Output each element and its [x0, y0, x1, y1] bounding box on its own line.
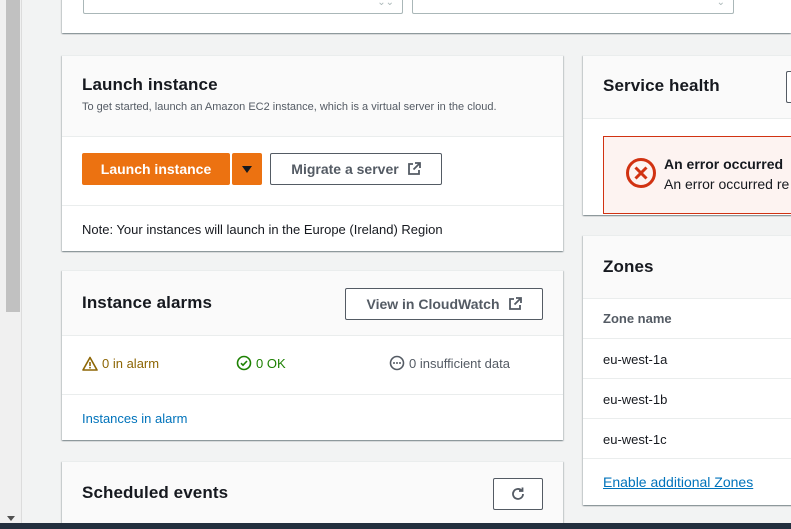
launch-instance-card: Launch instance To get started, launch a…: [62, 55, 563, 251]
zones-card-header: Zones: [583, 236, 791, 299]
launch-region-note: Note: Your instances will launch in the …: [82, 222, 443, 237]
launch-instance-button[interactable]: Launch instance: [82, 153, 230, 185]
zones-card: Zones Zone name eu-west-1a eu-west-1b eu…: [583, 235, 791, 505]
service-health-card: Service health An error occurred An erro…: [583, 55, 791, 215]
ellipsis-circle-icon: [389, 355, 405, 371]
filter-select-1[interactable]: ⌄⌄: [83, 0, 403, 14]
refresh-icon: [512, 487, 524, 500]
scroll-down-arrow-icon[interactable]: [7, 516, 15, 521]
ok-count: 0 OK: [256, 355, 286, 371]
health-action-button[interactable]: [786, 71, 791, 103]
ok-status: 0 OK: [236, 355, 389, 371]
enable-additional-zones-link[interactable]: Enable additional Zones: [603, 474, 753, 490]
alarms-card-title: Instance alarms: [82, 293, 213, 312]
instance-alarms-card: Instance alarms View in CloudWatch 0 in …: [62, 270, 563, 440]
migrate-server-button[interactable]: Migrate a server: [270, 153, 442, 185]
external-link-icon: [407, 162, 421, 175]
chevron-down-icon: ⌄⌄: [377, 0, 394, 8]
scrollbar-thumb[interactable]: [6, 0, 20, 312]
scheduled-events-title: Scheduled events: [82, 483, 229, 502]
check-circle-icon: [236, 355, 252, 371]
error-title: An error occurred: [664, 156, 784, 172]
filter-card: ⌄⌄ ⌄: [62, 0, 791, 33]
table-row: eu-west-1b: [583, 379, 791, 419]
zones-title: Zones: [603, 257, 654, 276]
instances-in-alarm-link[interactable]: Instances in alarm: [82, 411, 188, 426]
cloudwatch-button-label: View in CloudWatch: [366, 296, 500, 312]
zone-name-column-header[interactable]: Zone name: [583, 299, 791, 339]
launch-card-title: Launch instance: [82, 75, 218, 94]
caret-down-icon: [242, 165, 252, 173]
launch-card-header: Launch instance To get started, launch a…: [62, 56, 563, 137]
launch-dropdown-button[interactable]: [232, 153, 262, 185]
divider: [62, 394, 563, 395]
migrate-server-label: Migrate a server: [291, 161, 399, 177]
table-row: eu-west-1c: [583, 419, 791, 459]
external-link-icon: [508, 297, 522, 310]
view-in-cloudwatch-button[interactable]: View in CloudWatch: [345, 288, 543, 320]
zones-table: Zone name eu-west-1a eu-west-1b eu-west-…: [583, 299, 791, 459]
table-row: eu-west-1a: [583, 339, 791, 379]
chevron-down-icon: ⌄: [716, 0, 725, 8]
error-alert: An error occurred An error occurred re: [603, 136, 791, 214]
alarms-card-header: Instance alarms View in CloudWatch: [62, 271, 563, 336]
in-alarm-count: 0 in alarm: [102, 355, 160, 371]
filter-select-2[interactable]: ⌄: [412, 0, 734, 14]
taskbar: [0, 523, 791, 529]
health-card-header: Service health: [583, 56, 791, 119]
launch-card-description: To get started, launch an Amazon EC2 ins…: [82, 101, 497, 113]
page-scrollbar[interactable]: [0, 0, 22, 523]
refresh-button[interactable]: [493, 478, 543, 510]
error-icon: [626, 158, 656, 188]
service-health-title: Service health: [603, 76, 720, 95]
alarm-status-row: 0 in alarm 0 OK 0 insufficient data: [82, 355, 543, 371]
launch-card-actions: Launch instance Migrate a server: [62, 137, 563, 206]
insufficient-data-status: 0 insufficient data: [389, 355, 510, 371]
insufficient-data-count: 0 insufficient data: [409, 355, 510, 371]
in-alarm-status: 0 in alarm: [82, 355, 236, 371]
scheduled-events-card: Scheduled events: [62, 461, 563, 529]
error-message: An error occurred re: [664, 176, 790, 192]
warning-icon: [82, 356, 98, 371]
